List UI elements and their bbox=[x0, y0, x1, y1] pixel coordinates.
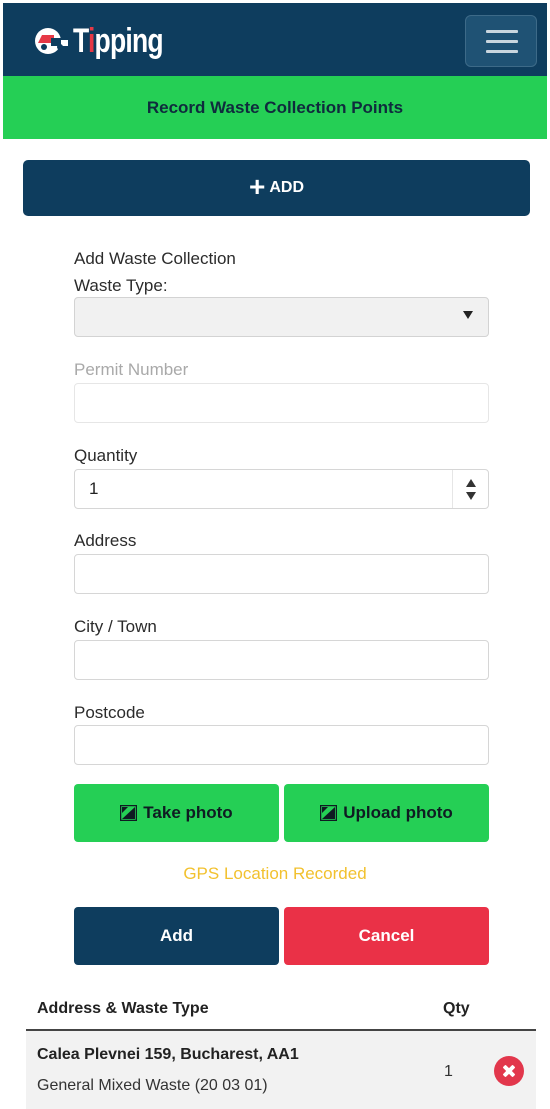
remove-circle-icon[interactable] bbox=[494, 1056, 524, 1086]
hamburger-menu-icon-bar bbox=[486, 50, 518, 53]
cancel-button[interactable]: Cancel bbox=[284, 907, 489, 965]
photo-icon bbox=[120, 805, 138, 821]
caret-down-icon[interactable] bbox=[466, 492, 476, 500]
page-title: Record Waste Collection Points bbox=[146, 97, 404, 117]
permit-number-label: Permit Number bbox=[74, 360, 189, 379]
table-row: Calea Plevnei 159, Bucharest, AA1 Genera… bbox=[26, 1031, 536, 1109]
quantity-value: 1 bbox=[89, 479, 99, 498]
add-button[interactable]: Add bbox=[74, 907, 279, 965]
row-qty: 1 bbox=[444, 1063, 453, 1080]
hamburger-menu-icon bbox=[486, 30, 518, 33]
column-header-qty: Qty bbox=[443, 1000, 470, 1017]
upload-photo-label: Upload photo bbox=[343, 803, 453, 822]
quantity-stepper[interactable]: 1 bbox=[74, 469, 489, 509]
city-label: City / Town bbox=[74, 617, 157, 636]
brand-logo[interactable]: Tipping bbox=[33, 21, 188, 61]
postcode-input[interactable] bbox=[74, 725, 489, 765]
caret-up-icon[interactable] bbox=[466, 479, 476, 487]
add-toggle-label: ADD bbox=[269, 179, 305, 196]
quantity-label: Quantity bbox=[74, 446, 138, 465]
row-address: Calea Plevnei 159, Bucharest, AA1 bbox=[37, 1046, 299, 1063]
city-input[interactable] bbox=[74, 640, 489, 680]
column-header-address: Address & Waste Type bbox=[37, 1000, 209, 1017]
navbar: Tipping bbox=[3, 3, 547, 76]
plus-icon: + bbox=[248, 170, 266, 202]
page-banner: Record Waste Collection Points bbox=[3, 76, 547, 139]
waste-type-select[interactable] bbox=[74, 297, 489, 337]
address-label: Address bbox=[74, 531, 137, 550]
take-photo-label: Take photo bbox=[143, 803, 233, 822]
form-heading: Add Waste Collection bbox=[74, 249, 236, 268]
row-waste-type: General Mixed Waste (20 03 01) bbox=[37, 1077, 268, 1094]
take-photo-button[interactable]: Take photo bbox=[74, 784, 279, 842]
postcode-label: Postcode bbox=[74, 703, 145, 722]
upload-photo-button[interactable]: Upload photo bbox=[284, 784, 489, 842]
gps-status: GPS Location Recorded bbox=[183, 864, 367, 883]
brand-name: Tipping bbox=[73, 21, 164, 60]
permit-number-input[interactable] bbox=[74, 383, 489, 423]
address-input[interactable] bbox=[74, 554, 489, 594]
add-toggle-button[interactable]: + ADD bbox=[23, 160, 530, 216]
hamburger-menu-button[interactable] bbox=[465, 15, 537, 67]
caret-down-icon bbox=[463, 311, 473, 319]
truck-logo-icon bbox=[35, 28, 68, 54]
quantity-spinner[interactable] bbox=[452, 470, 488, 508]
hamburger-menu-icon-bar bbox=[486, 40, 518, 43]
photo-icon bbox=[320, 805, 338, 821]
waste-type-label: Waste Type: bbox=[74, 276, 168, 295]
